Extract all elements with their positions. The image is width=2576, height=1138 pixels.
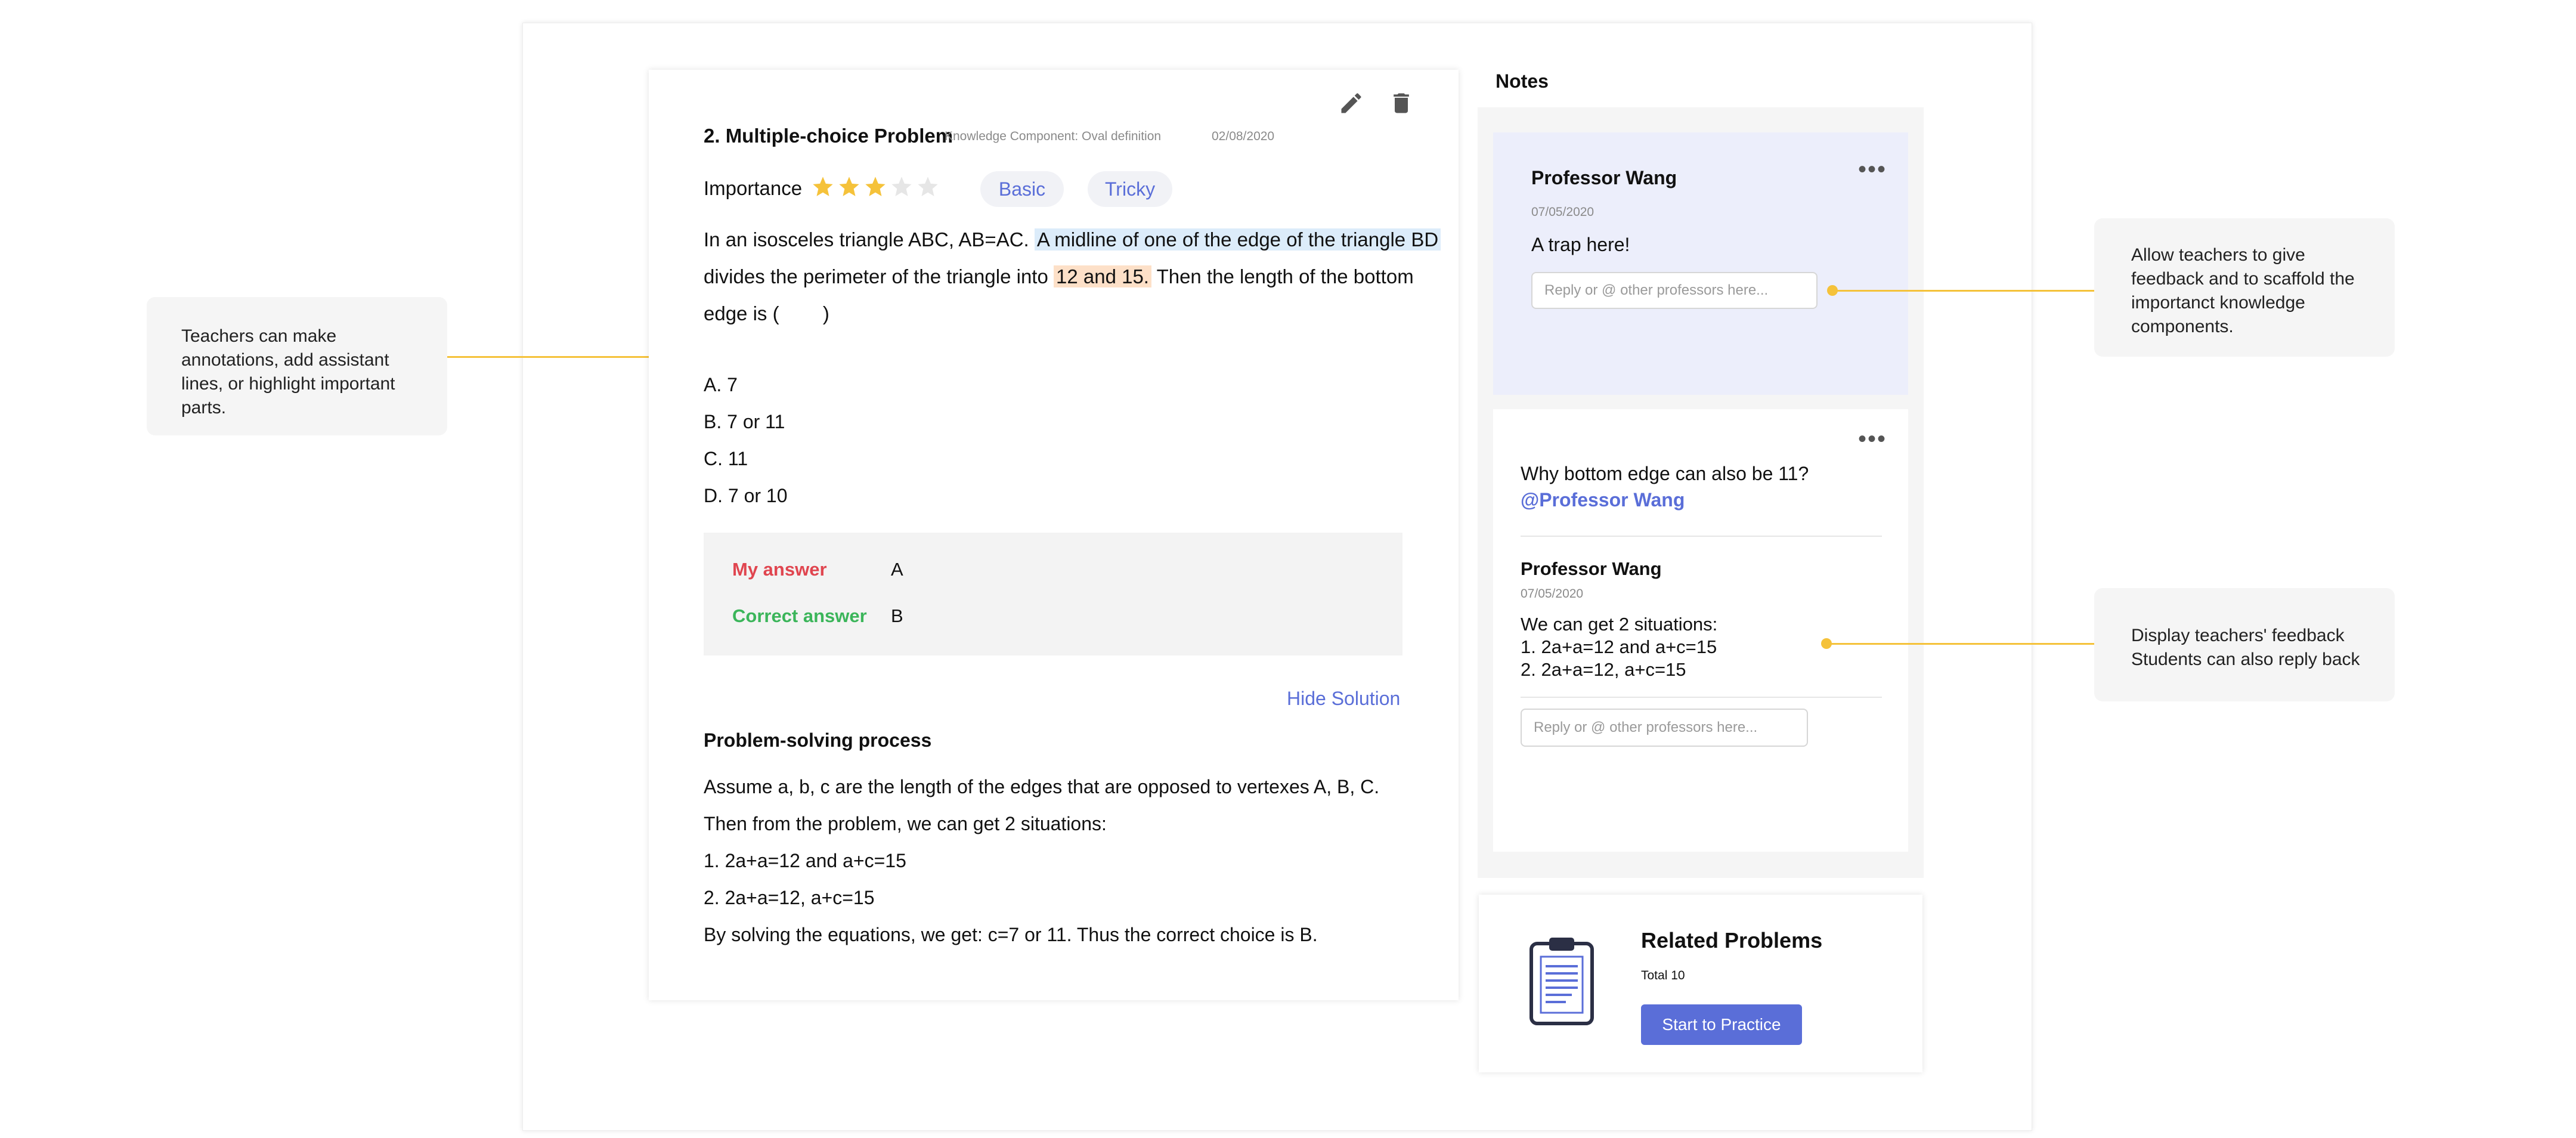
related-problems-card: Related Problems Total 10 Start to Pract…: [1479, 895, 1922, 1072]
note-date: 07/05/2020: [1521, 587, 1584, 601]
process-title: Problem-solving process: [704, 729, 932, 751]
notes-title: Notes: [1496, 70, 1549, 92]
annotation-callout-right-bottom: Display teachers' feedback Students can …: [2094, 588, 2395, 701]
note-card-student: ••• Why bottom edge can also be 11? @Pro…: [1493, 409, 1908, 852]
my-answer-label: My answer: [732, 559, 827, 580]
option-a[interactable]: A. 7: [704, 374, 738, 396]
process-line: 1. 2a+a=12 and a+c=15: [704, 850, 906, 871]
question-title: 2. Multiple-choice Problem: [704, 125, 953, 147]
note-answer-line: We can get 2 situations:: [1521, 614, 1718, 635]
star-icon[interactable]: [811, 175, 835, 199]
hide-solution-link[interactable]: Hide Solution: [1287, 688, 1400, 710]
note-date: 07/05/2020: [1531, 205, 1594, 219]
stem-text: divides the perimeter of the triangle in…: [704, 265, 1048, 287]
note-answer-line: 1. 2a+a=12 and a+c=15: [1521, 636, 1717, 657]
tag-tricky[interactable]: Tricky: [1088, 171, 1172, 207]
note-question: Why bottom edge can also be 11?: [1521, 463, 1809, 484]
process-line: 2. 2a+a=12, a+c=15: [704, 887, 875, 908]
correct-answer-value: B: [891, 605, 903, 626]
reply-input[interactable]: Reply or @ other professors here...: [1521, 709, 1808, 747]
delete-button[interactable]: [1386, 88, 1417, 119]
clipboard-icon: [1529, 935, 1594, 1029]
process-line: By solving the equations, we get: c=7 or…: [704, 924, 1318, 945]
stem-text: In an isosceles triangle ABC, AB=AC.: [704, 228, 1029, 251]
question-stem-line: In an isosceles triangle ABC, AB=AC. A m…: [704, 226, 1441, 253]
start-practice-button[interactable]: Start to Practice: [1641, 1004, 1802, 1045]
divider: [1521, 697, 1882, 698]
connector-line: [1826, 643, 2094, 645]
note-author: Professor Wang: [1521, 558, 1662, 579]
note-text: A trap here!: [1531, 234, 1630, 255]
highlight-annotation[interactable]: A midline of one of the edge of the tria…: [1034, 228, 1441, 251]
annotation-callout-right-top: Allow teachers to give feedback and to s…: [2094, 218, 2395, 357]
question-card: 2. Multiple-choice Problem Knowledge Com…: [649, 70, 1459, 1000]
option-d[interactable]: D. 7 or 10: [704, 485, 788, 507]
option-b[interactable]: B. 7 or 11: [704, 411, 785, 433]
edit-button[interactable]: [1336, 88, 1367, 119]
my-answer-value: A: [891, 559, 903, 580]
callout-text: Students can also reply back: [2131, 650, 2360, 669]
stem-text: Then the length of the bottom: [1156, 265, 1414, 287]
process-line: Assume a, b, c are the length of the edg…: [704, 776, 1380, 797]
note-author: Professor Wang: [1531, 167, 1677, 188]
callout-text: Display teachers' feedback: [2131, 626, 2345, 645]
more-icon[interactable]: •••: [1858, 427, 1887, 451]
question-stem-line: edge is ( ): [704, 302, 829, 324]
importance-rating[interactable]: [811, 175, 940, 201]
highlight-annotation[interactable]: 12 and 15.: [1054, 265, 1151, 287]
edit-icon: [1341, 93, 1361, 113]
mention-link[interactable]: @Professor Wang: [1521, 489, 1685, 511]
importance-label: Importance: [704, 177, 803, 199]
correct-answer-label: Correct answer: [732, 605, 867, 626]
connector-line: [1831, 290, 2094, 292]
option-c[interactable]: C. 11: [704, 448, 748, 470]
note-card-teacher: Professor Wang ••• 07/05/2020 A trap her…: [1493, 132, 1908, 395]
tag-basic[interactable]: Basic: [980, 171, 1064, 207]
process-line: Then from the problem, we can get 2 situ…: [704, 813, 1107, 834]
callout-text: Teachers can make annotations, add assis…: [181, 326, 395, 418]
more-icon[interactable]: •••: [1858, 157, 1887, 181]
star-icon[interactable]: [837, 175, 861, 199]
note-answer-line: 2. 2a+a=12, a+c=15: [1521, 659, 1686, 680]
divider: [1521, 536, 1882, 537]
reply-input[interactable]: Reply or @ other professors here...: [1531, 272, 1818, 309]
related-total: Total 10: [1641, 969, 1685, 982]
star-icon[interactable]: [916, 175, 940, 199]
question-stem-line: divides the perimeter of the triangle in…: [704, 263, 1414, 290]
callout-text: Allow teachers to give feedback and to s…: [2131, 245, 2355, 336]
answer-box: My answer A Correct answer B: [704, 533, 1402, 655]
star-icon[interactable]: [863, 175, 887, 199]
related-title: Related Problems: [1641, 928, 1823, 953]
question-date: 02/08/2020: [1212, 129, 1275, 143]
knowledge-component: Knowledge Component: Oval definition: [945, 129, 1162, 143]
star-icon[interactable]: [890, 175, 914, 199]
annotation-callout-left: Teachers can make annotations, add assis…: [147, 297, 447, 435]
trash-icon: [1394, 93, 1409, 113]
